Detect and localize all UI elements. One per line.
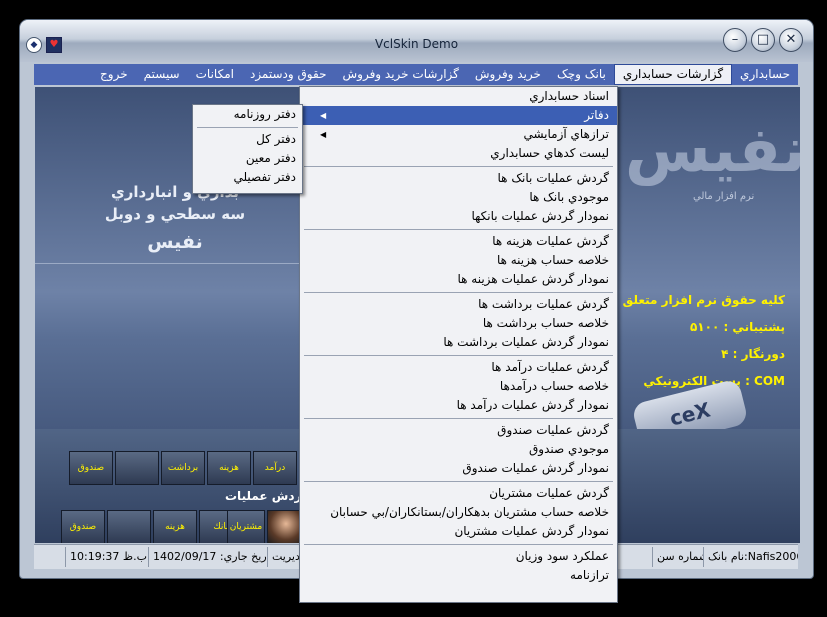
menu-item[interactable]: نمودار گردش عمليات صندوق — [300, 459, 617, 478]
shortcut-tile[interactable] — [107, 510, 151, 543]
menu-item[interactable]: ترازنامه — [300, 566, 617, 585]
menu-item[interactable]: اسناد حسابداري — [300, 87, 617, 106]
shortcut-tile[interactable]: صندوق — [61, 510, 105, 543]
shortcut-tile[interactable]: صندوق — [69, 451, 113, 485]
shortcut-tile[interactable]: برداشت — [161, 451, 205, 485]
menu-item[interactable]: نمودار گردش عمليات بانکها — [300, 207, 617, 226]
menu-accounting[interactable]: حسابداري — [732, 65, 798, 84]
status-date: تاريخ جاري: 1402/09/17 — [148, 547, 267, 567]
menu-item[interactable]: نمودار گردش عمليات مشتريان — [300, 522, 617, 541]
contact-info: كليه حقوق نرم افزار متعلق به پشتيباني : … — [595, 287, 785, 395]
shortcut-tile[interactable]: مشتريان — [227, 510, 265, 543]
menu-item[interactable]: نمودار گردش عمليات هزينه ها — [300, 270, 617, 289]
status-bank: نام بانک:Nafis2006 — [703, 547, 798, 567]
menu-buy-sell-reports[interactable]: گزارشات خريد وفروش — [335, 65, 467, 84]
menu-buy-sell[interactable]: خريد وفروش — [467, 65, 549, 84]
shortcut-tile[interactable] — [115, 451, 159, 485]
submenu-arrow-icon: ◀ — [320, 130, 327, 139]
ticker-line: پشتيباني : ۵۱۰۰ — [689, 320, 785, 334]
menu-item[interactable]: گردش عمليات هزينه ها — [300, 232, 617, 251]
menu-item[interactable]: موجودي بانک ها — [300, 188, 617, 207]
menu-system[interactable]: سيستم — [136, 65, 188, 84]
shortcut-tile[interactable]: درآمد — [253, 451, 297, 485]
ledgers-submenu: دفتر روزنامه دفتر کل دفتر معين دفتر تفصي… — [192, 104, 303, 194]
menu-item[interactable]: گردش عمليات صندوق — [300, 421, 617, 440]
menu-item[interactable]: گردش عمليات مشتريان — [300, 484, 617, 503]
title-bar[interactable]: ◆ ♥ VclSkin Demo – □ ✕ — [20, 20, 813, 62]
submenu-arrow-icon: ◀ — [320, 111, 327, 120]
shortcut-tile[interactable]: هزينه — [153, 510, 197, 543]
window-title: VclSkin Demo — [374, 37, 459, 51]
menu-item[interactable]: ليست كدهاي حسابداري — [300, 144, 617, 163]
menu-bar: حسابداري گزارشات حسابداري بانک وچک خريد … — [34, 64, 798, 85]
status-time: ب.ظ 10:19:37 — [65, 547, 148, 567]
status-doc-no: ؛ شماره سن — [652, 547, 703, 567]
hero-line-2: سه سطحي و دوبل — [104, 205, 246, 223]
menu-payroll[interactable]: حقوق ودستمزد — [242, 65, 335, 84]
ticker-line: كليه حقوق نرم افزار متعلق به — [606, 293, 785, 307]
menu-separator — [193, 124, 302, 130]
menu-item[interactable]: خلاصه حساب مشتريان بدهكاران/بستانكاران/ب… — [300, 503, 617, 522]
menu-accounting-reports[interactable]: گزارشات حسابداري — [613, 64, 733, 85]
brand-subtitle: نرم افزار مالي — [693, 191, 755, 202]
menu-item[interactable]: گردش عمليات درآمد ها — [300, 358, 617, 377]
minimize-button[interactable]: – — [723, 28, 747, 52]
menu-exit[interactable]: خروج — [92, 65, 136, 84]
menu-item[interactable]: عملکرد سود وزيان — [300, 547, 617, 566]
menu-item[interactable]: گردش عمليات بانک ها — [300, 169, 617, 188]
menu-tools[interactable]: امکانات — [188, 65, 242, 84]
menu-item[interactable]: گردش عمليات برداشت ها — [300, 295, 617, 314]
submenu-item[interactable]: دفتر تفصيلي — [193, 168, 302, 187]
menu-bank-cheque[interactable]: بانک وچک — [549, 65, 614, 84]
ticker-line: دورنگار : ۴ — [721, 347, 785, 361]
menu-item-label: ترازهاي آزمايشي — [523, 127, 609, 141]
submenu-item[interactable]: دفتر روزنامه — [193, 105, 302, 124]
menu-item-label: دفاتر — [584, 108, 609, 122]
menu-item[interactable]: خلاصه حساب هزينه ها — [300, 251, 617, 270]
shortcut-tile[interactable]: هزينه — [207, 451, 251, 485]
menu-item[interactable]: نمودار گردش عمليات درآمد ها — [300, 396, 617, 415]
submenu-item[interactable]: دفتر کل — [193, 130, 302, 149]
menu-item[interactable]: خلاصه حساب برداشت ها — [300, 314, 617, 333]
menu-item[interactable]: خلاصه حساب درآمدها — [300, 377, 617, 396]
maximize-button[interactable]: □ — [751, 28, 775, 52]
submenu-item[interactable]: دفتر معين — [193, 149, 302, 168]
menu-item-trial-balance[interactable]: ترازهاي آزمايشي ◀ — [300, 125, 617, 144]
group-label: گردش عمليات — [225, 489, 309, 503]
wave-decoration — [35, 247, 305, 264]
menu-item-ledgers[interactable]: دفاتر ◀ — [300, 106, 617, 125]
brand-logo: نفيس — [625, 113, 800, 186]
accounting-reports-dropdown: اسناد حسابداري دفاتر ◀ ترازهاي آزمايشي ◀ ل… — [299, 86, 618, 603]
menu-item[interactable]: موجودي صندوق — [300, 440, 617, 459]
menu-item[interactable]: نمودار گردش عمليات برداشت ها — [300, 333, 617, 352]
close-button[interactable]: ✕ — [779, 28, 803, 52]
